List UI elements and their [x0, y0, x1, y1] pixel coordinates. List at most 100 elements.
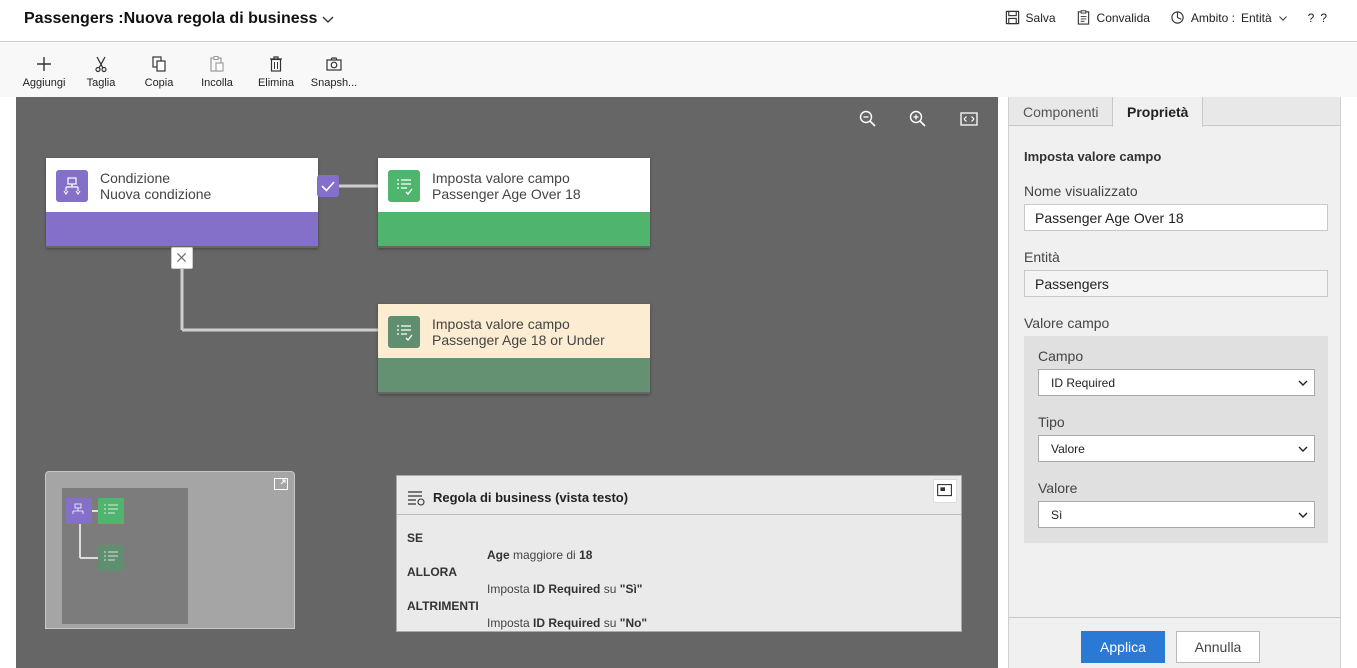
chevron-down-icon [1298, 512, 1308, 518]
else-value: "No" [619, 616, 648, 630]
action-true-footer [378, 212, 650, 246]
chevron-down-icon [1278, 15, 1287, 21]
delete-button[interactable]: Elimina [247, 55, 305, 89]
display-name-label: Nome visualizzato [1024, 183, 1138, 199]
set-field-value-icon [388, 316, 420, 348]
kw-else: ALTRIMENTI [407, 599, 479, 613]
scope-dropdown[interactable]: Ambito : Entità [1170, 10, 1288, 25]
value-selected: Sì [1051, 508, 1063, 522]
condition-icon [56, 170, 88, 202]
action-node-true[interactable]: Imposta valore campo Passenger Age Over … [378, 158, 650, 248]
save-label: Salva [1025, 10, 1056, 25]
then-value: "Sì" [619, 582, 643, 596]
chevron-down-icon[interactable] [321, 12, 335, 26]
condition-name: Nuova condizione [100, 186, 212, 202]
tab-properties[interactable]: Proprietà [1112, 97, 1204, 127]
expand-icon [937, 484, 952, 497]
design-canvas[interactable]: Condizione Nuova condizione Imposta valo… [16, 97, 998, 668]
false-branch-close-icon[interactable] [171, 247, 193, 269]
then-action: Imposta ID Required su "Sì" [487, 582, 642, 596]
properties-panel: Componenti Proprietà Imposta valore camp… [1008, 97, 1341, 668]
then-mid: su [603, 582, 617, 596]
display-name-input[interactable]: Passenger Age Over 18 [1024, 204, 1328, 231]
save-button[interactable]: Salva [1005, 10, 1056, 25]
expand-text-view-button[interactable] [933, 479, 957, 503]
scope-value: Entità [1240, 10, 1272, 25]
validate-button[interactable]: Convalida [1076, 10, 1150, 25]
minimap-nodes [66, 498, 124, 571]
snapshot-button[interactable]: Snapsh... [305, 55, 363, 89]
rule-text-icon [408, 491, 425, 506]
cut-button[interactable]: Taglia [72, 55, 130, 89]
field-label: Campo [1038, 348, 1084, 364]
help-icon-2: ? [1320, 10, 1327, 25]
page-title-text: Passengers :Nuova regola di business [24, 10, 318, 27]
text-view-title: Regola di business (vista testo) [433, 490, 629, 505]
field-select[interactable]: ID Required [1038, 369, 1315, 396]
help-button[interactable]: ? ? [1308, 11, 1327, 25]
scissors-icon [95, 56, 107, 73]
type-selected: Valore [1051, 442, 1085, 456]
add-label: Aggiungi [22, 77, 66, 89]
true-branch-check-icon[interactable] [317, 175, 339, 197]
action-true-name: Passenger Age Over 18 [432, 186, 581, 202]
header: Passengers :Nuova regola di business Sal… [0, 0, 1357, 42]
panel-heading: Imposta valore campo [1024, 149, 1162, 164]
tab-components[interactable]: Componenti [1009, 97, 1113, 126]
paste-button[interactable]: Incolla [188, 55, 246, 89]
cancel-button[interactable]: Annulla [1176, 631, 1260, 663]
validate-label: Convalida [1096, 10, 1150, 25]
action-false-name: Passenger Age 18 or Under [432, 332, 605, 348]
chevron-down-icon [1298, 380, 1308, 386]
kw-then: ALLORA [407, 565, 457, 579]
type-label: Tipo [1038, 414, 1065, 430]
value-select[interactable]: Sì [1038, 501, 1315, 528]
clipboard-check-icon [1077, 10, 1089, 25]
field-selected: ID Required [1051, 376, 1116, 390]
field-value-label: Valore campo [1024, 315, 1110, 331]
if-operator: maggiore di [513, 548, 576, 562]
else-action: Imposta ID Required su "No" [487, 616, 647, 630]
action-node-false[interactable]: Imposta valore campo Passenger Age 18 or… [378, 304, 650, 394]
camera-icon [326, 57, 342, 71]
copy-icon [152, 56, 166, 72]
if-condition: Age maggiore di 18 [487, 548, 592, 562]
action-false-footer [378, 358, 650, 392]
condition-type: Condizione [100, 170, 171, 186]
action-true-type: Imposta valore campo [432, 170, 570, 186]
condition-node[interactable]: Condizione Nuova condizione [46, 158, 318, 248]
condition-node-footer [46, 212, 318, 246]
chevron-down-icon [1298, 446, 1308, 452]
scope-icon [1171, 11, 1184, 24]
page-title[interactable]: Passengers :Nuova regola di business [24, 10, 335, 28]
if-field: Age [487, 548, 510, 562]
type-select[interactable]: Valore [1038, 435, 1315, 462]
copy-button[interactable]: Copia [130, 55, 188, 89]
set-field-value-icon [388, 170, 420, 202]
then-field: ID Required [533, 582, 601, 596]
command-toolbar: Aggiungi Taglia Copia Incolla Elimina Sn… [0, 43, 1357, 97]
trash-icon [270, 56, 282, 72]
panel-footer: Applica Annulla [1009, 617, 1340, 668]
paste-label: Incolla [201, 77, 233, 89]
action-false-type: Imposta valore campo [432, 316, 570, 332]
field-value-group: Campo ID Required Tipo Valore Valore Sì [1024, 336, 1328, 543]
else-field: ID Required [533, 616, 601, 630]
minimap[interactable] [45, 471, 295, 629]
kw-if: SE [407, 531, 424, 545]
then-prefix: Imposta [487, 582, 530, 596]
else-mid: su [603, 616, 617, 630]
business-rule-text-view: Regola di business (vista testo) SE Age … [396, 475, 962, 632]
snapshot-label: Snapsh... [310, 77, 358, 89]
help-icon: ? [1307, 10, 1315, 25]
value-label: Valore [1038, 480, 1078, 496]
plus-icon [37, 57, 51, 71]
apply-button[interactable]: Applica [1081, 631, 1165, 663]
paste-icon [210, 56, 224, 72]
entity-label: Entità [1024, 249, 1060, 265]
cut-label: Taglia [86, 77, 116, 89]
else-prefix: Imposta [487, 616, 530, 630]
entity-field: Passengers [1024, 270, 1328, 297]
copy-label: Copia [144, 77, 174, 89]
add-button[interactable]: Aggiungi [15, 55, 73, 89]
